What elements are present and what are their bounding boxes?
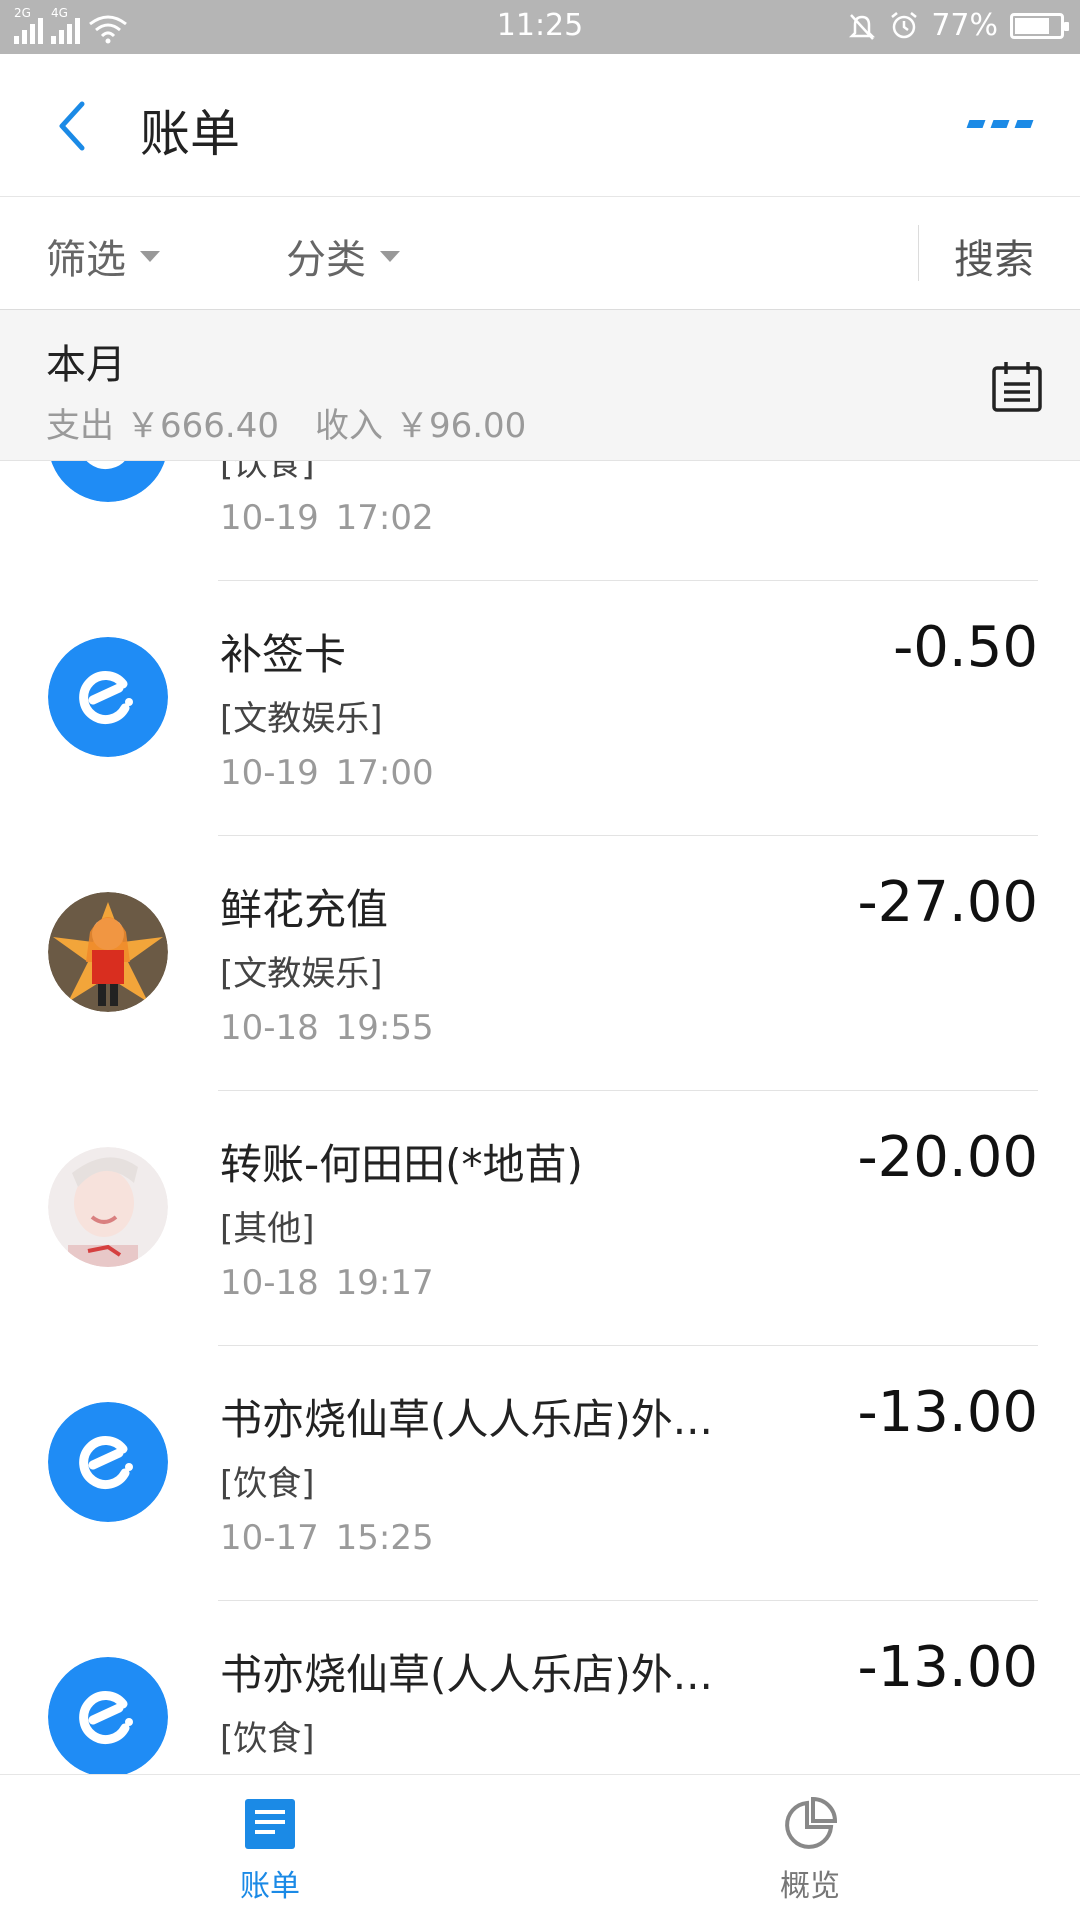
eleme-icon [48, 637, 168, 757]
pie-chart-icon [785, 1796, 838, 1849]
eleme-icon [48, 1402, 168, 1522]
filter-label: 筛选 [46, 237, 126, 283]
month-totals: 支出 ￥666.40 收入 ￥96.00 [46, 398, 538, 447]
caret-down-icon [140, 250, 160, 262]
transaction-row[interactable]: 书亦烧仙草(人人乐店)外... [饮食] 10-17 15:25 -13.00 [0, 1346, 1080, 1601]
alarm-icon [891, 11, 918, 38]
filter-dropdown[interactable]: 筛选 [46, 227, 160, 285]
transaction-row[interactable]: 鲜花充值 [文教娱乐] 10-18 19:55 -27.00 [0, 836, 1080, 1091]
silent-bell-icon [849, 13, 876, 40]
transaction-time: 10-19 17:00 [220, 753, 434, 793]
transaction-name: 书亦烧仙草(人人乐店)外... [220, 1650, 713, 1699]
transaction-category: [文教娱乐] [220, 699, 383, 739]
status-bar: 2G 4G 11:25 77% [0, 0, 1080, 54]
battery-icon [1010, 12, 1069, 39]
transaction-category: [其他] [220, 1209, 315, 1249]
expense-label: 支出 [46, 406, 114, 446]
calendar-icon[interactable] [990, 360, 1044, 414]
transaction-amount: -20.00 [857, 1125, 1038, 1190]
divider [918, 225, 919, 281]
transaction-category: [饮食] [220, 460, 315, 484]
battery-percent: 77% [931, 8, 998, 43]
transaction-amount: -13.00 [857, 1635, 1038, 1700]
tab-overview-label: 概览 [780, 1869, 840, 1904]
photo-avatar [48, 1147, 168, 1267]
transaction-name: 鲜花充值 [220, 885, 389, 934]
transaction-time: 10-17 15:25 [220, 1518, 434, 1558]
month-summary-header: 本月 支出 ￥666.40 收入 ￥96.00 [0, 310, 1080, 461]
transaction-row[interactable]: [饮食] 10-19 17:02 [0, 460, 1080, 581]
transaction-amount: -27.00 [857, 870, 1038, 935]
back-arrow-icon[interactable] [52, 96, 92, 156]
transaction-time: 10-18 19:17 [220, 1263, 434, 1303]
transaction-row[interactable]: 书亦烧仙草(人人乐店)外... [饮食] -13.00 [0, 1601, 1080, 1774]
eleme-icon [48, 1657, 168, 1774]
transaction-row[interactable]: 补签卡 [文教娱乐] 10-19 17:00 -0.50 [0, 581, 1080, 836]
tab-bill[interactable]: 账单 [200, 1797, 340, 1905]
status-right: 77% [847, 8, 1069, 43]
month-title: 本月 [46, 342, 126, 388]
income-value: ￥96.00 [394, 406, 527, 446]
tab-overview[interactable]: 概览 [740, 1796, 880, 1905]
transaction-name: 转账-何田田(*地苗) [220, 1140, 583, 1189]
category-label: 分类 [286, 237, 366, 283]
income-label: 收入 [314, 406, 383, 446]
tab-bill-label: 账单 [240, 1869, 300, 1904]
transaction-category: [饮食] [220, 1719, 315, 1759]
transaction-amount: -0.50 [893, 615, 1038, 680]
transaction-amount: -13.00 [857, 1380, 1038, 1445]
transaction-row[interactable]: 转账-何田田(*地苗) [其他] 10-18 19:17 -20.00 [0, 1091, 1080, 1346]
bill-icon [245, 1799, 295, 1849]
transaction-time: 10-18 19:55 [220, 1008, 434, 1048]
battery-fill [1015, 17, 1049, 34]
app-header: 账单 [0, 54, 1080, 197]
transaction-list[interactable]: [饮食] 10-19 17:02 补签卡 [文教娱乐] 10-19 17:00 … [0, 460, 1080, 1774]
bottom-nav: 账单 概览 [0, 1774, 1080, 1921]
transaction-name: 补签卡 [220, 630, 347, 679]
eleme-icon [48, 460, 168, 502]
transaction-name: 书亦烧仙草(人人乐店)外... [220, 1395, 713, 1444]
caret-down-icon [380, 250, 400, 262]
transaction-category: [饮食] [220, 1464, 315, 1504]
category-dropdown[interactable]: 分类 [286, 227, 400, 285]
page-title: 账单 [140, 105, 240, 163]
more-options-icon[interactable] [966, 114, 1034, 134]
anime-avatar [48, 892, 168, 1012]
search-button[interactable]: 搜索 [954, 227, 1034, 285]
transaction-category: [文教娱乐] [220, 954, 383, 994]
transaction-time: 10-19 17:02 [220, 498, 434, 538]
expense-value: ￥666.40 [126, 406, 279, 446]
filter-bar: 筛选 分类 搜索 [0, 197, 1080, 310]
